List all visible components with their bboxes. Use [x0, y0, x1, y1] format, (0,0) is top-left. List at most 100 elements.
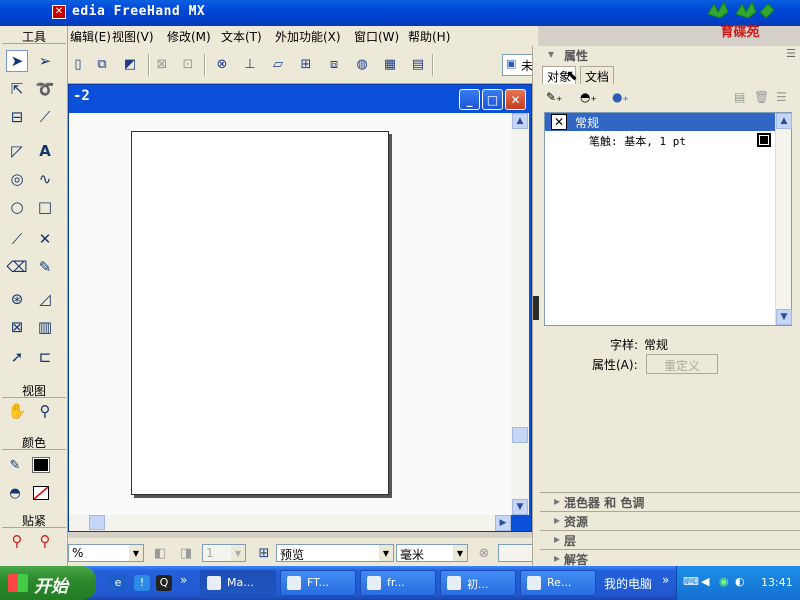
eraser-tool-icon[interactable]: ⌫	[6, 256, 28, 278]
document-page[interactable]	[131, 131, 389, 495]
duplicate-item-icon[interactable]: ▤	[734, 90, 745, 104]
page-tool-icon[interactable]: ⊟	[6, 106, 28, 128]
task-ftp[interactable]: FT...	[280, 570, 356, 596]
connector-line-tool-icon[interactable]: ⊏	[34, 346, 56, 368]
properties-header[interactable]: ▾ 属性 ☰	[540, 46, 800, 64]
prev-page-icon[interactable]: ◧	[150, 544, 170, 562]
symbols-icon[interactable]: ⧈	[324, 54, 344, 74]
horizontal-scroll-thumb[interactable]	[89, 515, 105, 530]
lasso-tool-icon[interactable]: ➰	[34, 78, 56, 100]
pen-tool-icon[interactable]: ◸	[6, 140, 28, 162]
next-page-icon[interactable]: ◨	[176, 544, 196, 562]
maximize-button[interactable]: □	[482, 89, 503, 110]
freeform-tool-icon[interactable]: ∿	[34, 168, 56, 190]
chart-tool-icon[interactable]: ▥	[34, 316, 56, 338]
join-icon[interactable]: ⊗	[212, 54, 232, 74]
line-tool-icon[interactable]: ⟋	[6, 228, 28, 250]
unlock-icon[interactable]: ⊡	[178, 54, 198, 74]
list-item-stroke[interactable]: 笔触: 基本, 1 pt	[589, 133, 771, 149]
list-item-selected[interactable]: ✕ 常规	[545, 113, 777, 131]
volume-icon[interactable]: ◐	[735, 575, 745, 588]
library-icon[interactable]: ⊞	[296, 54, 316, 74]
clock[interactable]: 13:41	[761, 576, 793, 589]
start-button[interactable]: 开始	[0, 566, 96, 600]
delete-item-icon[interactable]: 🗑	[754, 90, 769, 104]
snap-to-object-icon[interactable]: ⚲	[34, 530, 56, 552]
keyboard-icon[interactable]: ⌨	[683, 575, 699, 588]
menu-modify[interactable]: 修改(M)	[167, 28, 211, 45]
page-number-select[interactable]: 1 ▼	[202, 544, 246, 562]
spiral-tool-icon[interactable]: ◎	[6, 168, 28, 190]
zoom-tool-icon[interactable]: ⚲	[34, 400, 56, 422]
vertical-scrollbar[interactable]: ▲ ▼	[511, 113, 529, 515]
expand-quicklaunch-icon[interactable]: »	[180, 573, 187, 587]
menu-xtras[interactable]: 外加功能(X)	[275, 28, 341, 45]
stroke-color-swatch[interactable]	[30, 454, 52, 476]
paint-icon[interactable]: ◩	[120, 54, 140, 74]
vertical-scroll-thumb[interactable]	[512, 427, 528, 443]
units-select[interactable]: 毫米 ▼	[396, 544, 468, 562]
ellipse-tool-icon[interactable]: ○	[6, 196, 28, 218]
menu-view[interactable]: 视图(V)	[112, 28, 154, 45]
fill-color-icon[interactable]: ◓	[4, 482, 26, 504]
app-icon[interactable]: ✕	[52, 5, 66, 19]
stroke-color-icon[interactable]: ✎	[4, 454, 26, 476]
eyedropper-tool-icon[interactable]: ⟋	[34, 106, 56, 128]
scroll-up-icon[interactable]: ▲	[512, 113, 528, 129]
table-icon[interactable]: ▦	[380, 54, 400, 74]
trace-tool-icon[interactable]: ⊛	[6, 288, 28, 310]
hand-tool-icon[interactable]: ✋	[6, 400, 28, 422]
scale-tool-icon[interactable]: ✕	[34, 228, 56, 250]
section-assets[interactable]: 资源	[540, 511, 800, 529]
menu-edit[interactable]: 编辑(E)	[70, 28, 111, 45]
snap-to-point-icon[interactable]: ⚲	[6, 530, 28, 552]
splitter-handle[interactable]	[533, 296, 539, 320]
fill-color-swatch[interactable]	[30, 482, 52, 504]
scroll-down-icon[interactable]: ▼	[776, 309, 792, 325]
connector-tool-icon[interactable]: ➚	[6, 346, 28, 368]
redefine-button[interactable]: 重定义	[646, 354, 718, 374]
menu-help[interactable]: 帮助(H)	[408, 28, 450, 45]
page-icon[interactable]: ⧉	[92, 54, 112, 74]
layers-icon[interactable]: ▤	[408, 54, 428, 74]
section-layers[interactable]: 层	[540, 530, 800, 548]
add-effect-icon[interactable]: ●₊	[612, 90, 629, 104]
knife-tool-icon[interactable]: ◿	[34, 288, 56, 310]
add-page-icon[interactable]: ⊞	[254, 544, 274, 562]
options-menu-icon[interactable]: ☰	[776, 90, 787, 104]
color-mixer-icon[interactable]: ◍	[352, 54, 372, 74]
section-mixer[interactable]: 混色器 和 色调	[540, 492, 800, 510]
task-macromedia[interactable]: Ma...	[200, 570, 276, 596]
cancel-render-icon[interactable]: ⊗	[474, 544, 494, 562]
list-scrollbar[interactable]: ▲ ▼	[775, 113, 792, 325]
pencil-tool-icon[interactable]: ✎	[34, 256, 56, 278]
add-stroke-icon[interactable]: ✎₊	[546, 90, 562, 104]
scroll-right-icon[interactable]: ▶	[495, 515, 511, 531]
panel-splitter[interactable]	[532, 46, 540, 566]
rectangle-tool-icon[interactable]: □	[34, 196, 56, 218]
pointer-tool-icon[interactable]: ➤	[6, 50, 28, 72]
horizontal-scrollbar[interactable]: ▶	[69, 515, 511, 531]
transform-icon[interactable]: ▱	[268, 54, 288, 74]
align-icon[interactable]: ⊥	[240, 54, 260, 74]
qq-icon[interactable]: Q	[156, 575, 172, 591]
menu-text[interactable]: 文本(T)	[221, 28, 262, 45]
task-chu[interactable]: 初...	[440, 570, 516, 596]
menu-window[interactable]: 窗口(W)	[354, 28, 399, 45]
stroke-swatch[interactable]	[757, 133, 771, 147]
pointer-plus-tool-icon[interactable]: ⇱	[6, 78, 28, 100]
scroll-up-icon[interactable]: ▲	[776, 113, 792, 129]
scroll-down-icon[interactable]: ▼	[512, 499, 528, 515]
subselect-tool-icon[interactable]: ➢	[34, 50, 56, 72]
tab-document[interactable]: 文档	[580, 66, 615, 84]
my-computer-link[interactable]: 我的电脑	[604, 575, 652, 592]
drawing-canvas[interactable]	[69, 113, 511, 515]
section-answers[interactable]: 解答	[540, 549, 800, 567]
text-tool-icon[interactable]: A	[34, 140, 56, 162]
minimize-button[interactable]: _	[459, 89, 480, 110]
ie-icon[interactable]: e	[110, 575, 126, 591]
view-mode-select[interactable]: 预览 ▼	[276, 544, 394, 562]
object-list[interactable]: ✕ 常规 笔触: 基本, 1 pt ▲ ▼	[544, 112, 792, 326]
close-button[interactable]: ✕	[505, 89, 526, 110]
quicklaunch-icon[interactable]: !	[134, 575, 150, 591]
